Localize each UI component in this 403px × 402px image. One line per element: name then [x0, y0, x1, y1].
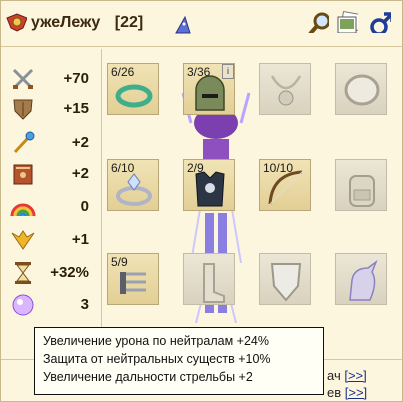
expand-link[interactable]: [>>] [345, 385, 367, 400]
magic-wand-icon [13, 131, 35, 154]
crossed-swords-icon [12, 68, 34, 90]
necklace-icon [270, 75, 302, 106]
side-links: ач [>>] ев [>>] [327, 367, 367, 401]
rainbow-icon [10, 203, 36, 217]
stat-initiative[interactable]: +32% [1, 257, 101, 287]
stat-knowledge[interactable]: +2 [1, 158, 101, 188]
character-header: ужеЛежу [22] [1, 1, 402, 47]
character-panel: ужеЛежу [22] +70 +15 +2 +2 0 +1 +32% 3 6… [0, 0, 403, 402]
character-name[interactable]: ужеЛежу [22] [31, 14, 143, 32]
armor-vest-icon [195, 171, 225, 207]
stats-panel: +70 +15 +2 +2 0 +1 +32% 3 [1, 49, 102, 349]
link-label: ев [327, 385, 342, 400]
link-label: ач [327, 368, 341, 383]
claw-weapon-icon [120, 272, 146, 294]
stat-attack[interactable]: +70 [1, 63, 101, 93]
bow-icon [268, 170, 303, 205]
diamond-ring-icon [116, 173, 152, 206]
spellbook-icon [13, 164, 33, 185]
level-badge: [22] [114, 14, 144, 31]
slot-armor[interactable]: 2/9 [183, 159, 235, 211]
unicorn-icon [349, 260, 378, 301]
stat-value: +2 [71, 165, 89, 182]
slot-shield[interactable] [259, 253, 311, 305]
tooltip-line: Увеличение дальности стрельбы +2 [43, 370, 253, 384]
stat-value: +32% [50, 264, 89, 281]
stat-morale[interactable]: +1 [1, 224, 101, 254]
helmet-icon [195, 75, 225, 111]
backpack-icon [349, 175, 375, 207]
stat-luck[interactable]: 0 [1, 191, 101, 221]
slot-necklace[interactable] [259, 63, 311, 115]
tooltip-line: Защита от нейтральных существ +10% [43, 352, 271, 366]
stat-spellpower[interactable]: +2 [1, 127, 101, 157]
male-gender-icon [370, 12, 391, 33]
slot-mirror[interactable] [335, 63, 387, 115]
mirror-icon [344, 74, 380, 106]
slot-ring[interactable]: 6/10 [107, 159, 159, 211]
hourglass-icon [15, 262, 31, 284]
shield-icon [13, 99, 33, 120]
boots-icon [203, 263, 225, 303]
stat-defense[interactable]: +15 [1, 93, 101, 123]
wizard-hat-icon[interactable] [173, 15, 195, 37]
shield-slot-icon [270, 263, 302, 302]
stat-value: +15 [63, 100, 89, 117]
slot-mount[interactable] [335, 253, 387, 305]
magic-orb-icon [12, 294, 34, 316]
slot-helmet[interactable]: 3/36 i [183, 63, 235, 115]
slot-backpack[interactable] [335, 159, 387, 211]
item-tooltip: Увеличение урона по нейтралам +24% Защит… [34, 327, 324, 395]
photos-icon[interactable] [336, 11, 358, 33]
slot-bow[interactable]: 10/10 [259, 159, 311, 211]
slot-ring-left[interactable]: 6/26 [107, 63, 159, 115]
stat-value: 3 [80, 296, 89, 313]
stat-value: 0 [80, 198, 89, 215]
slot-weapon[interactable]: 5/9 [107, 253, 159, 305]
ring-icon [115, 84, 153, 108]
stat-value: +1 [71, 231, 89, 248]
clan-emblem-icon[interactable] [5, 12, 27, 34]
stat-mana[interactable]: 3 [1, 289, 101, 319]
magnifier-icon[interactable] [307, 11, 329, 33]
nickname[interactable]: ужеЛежу [31, 14, 100, 31]
stat-value: +2 [71, 134, 89, 151]
slot-boots[interactable] [183, 253, 235, 305]
golden-wings-icon [11, 230, 35, 250]
expand-link[interactable]: [>>] [344, 368, 366, 383]
tooltip-line: Увеличение урона по нейтралам +24% [43, 334, 269, 348]
stat-value: +70 [63, 70, 89, 87]
